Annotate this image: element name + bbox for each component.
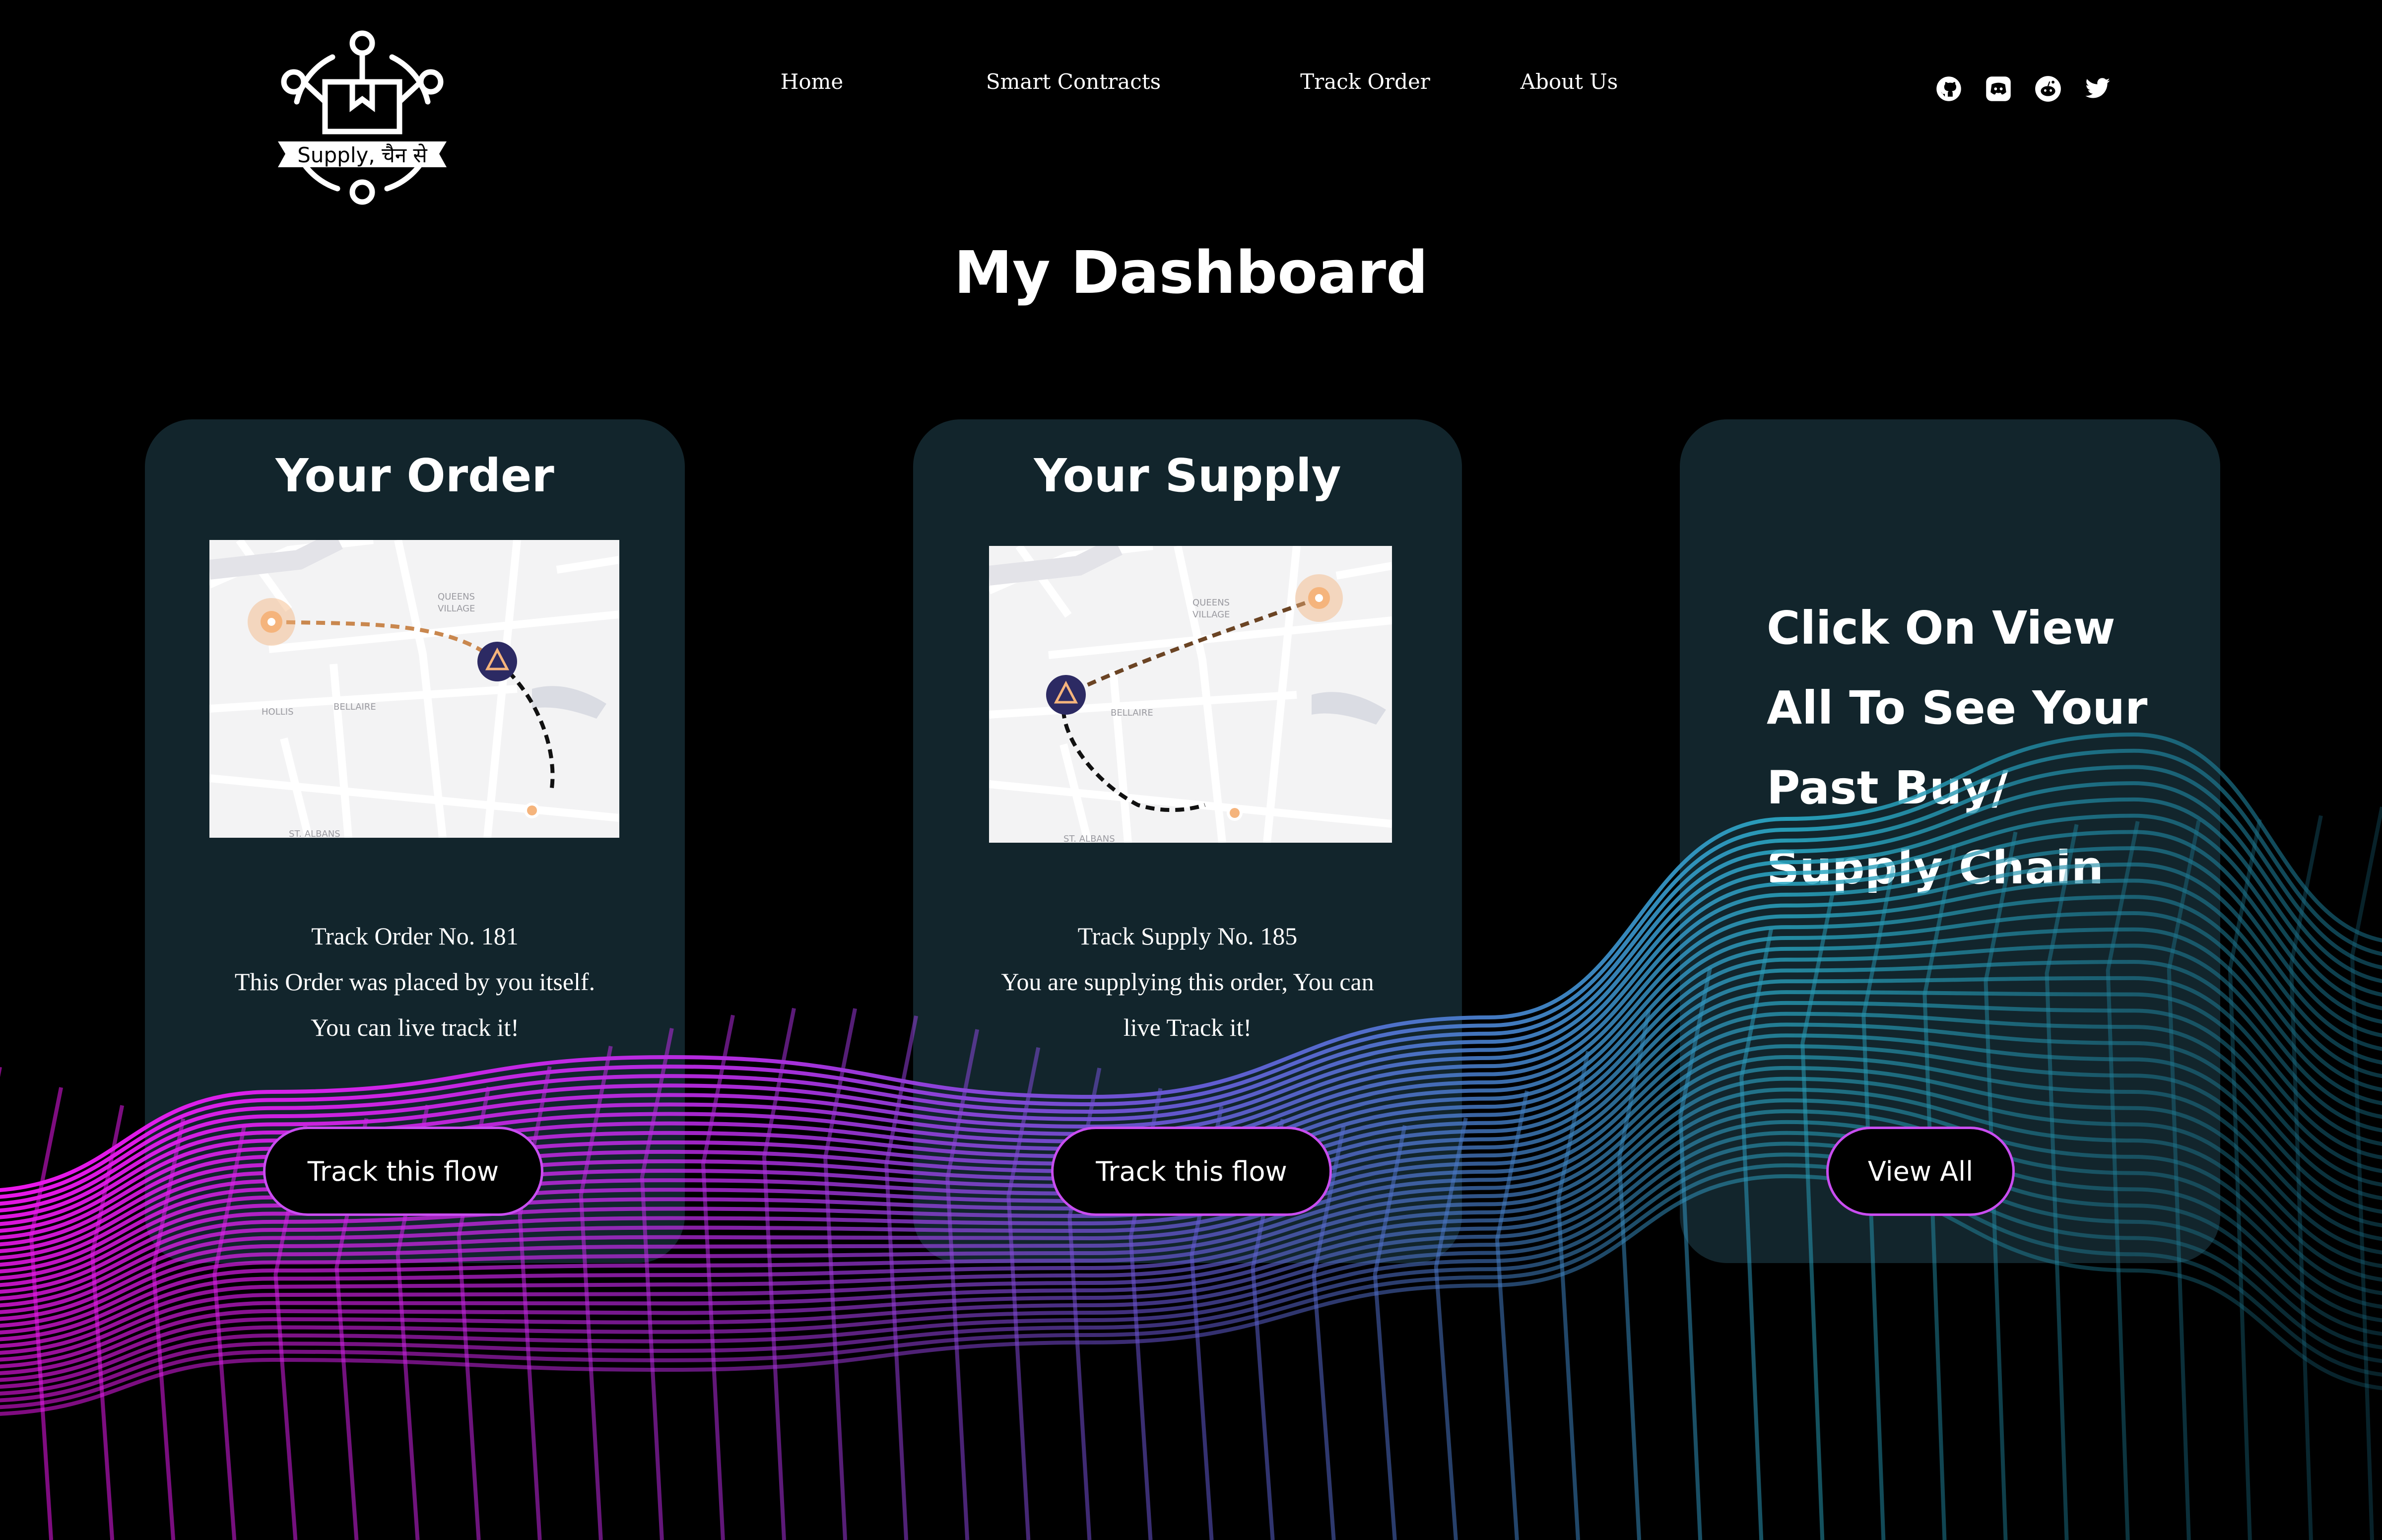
nav-smart-contracts[interactable]: Smart Contracts <box>986 69 1161 94</box>
track-supply-flow-button[interactable]: Track this flow <box>1051 1127 1332 1216</box>
order-description: Track Order No. 181 This Order was place… <box>185 913 645 1050</box>
wave-line <box>2350 806 2382 1540</box>
wave-line <box>884 1015 919 1540</box>
wave-line <box>2289 815 2323 1540</box>
destination-marker <box>1230 808 1240 818</box>
track-order-flow-button[interactable]: Track this flow <box>263 1127 543 1216</box>
supply-description: Track Supply No. 185 You are supplying t… <box>953 913 1422 1050</box>
wave-line <box>701 1014 735 1540</box>
nav-about-us[interactable]: About Us <box>1521 69 1618 94</box>
page-title: My Dashboard <box>954 238 1428 307</box>
map-label: ST. ALBANS <box>1063 834 1115 843</box>
supply-desc-line: You are supplying this order, You can <box>1001 968 1374 996</box>
github-icon[interactable] <box>1935 75 1962 102</box>
wave-line <box>90 1105 125 1540</box>
nav-track-order[interactable]: Track Order <box>1300 69 1430 94</box>
map-label: QUEENS <box>1192 598 1230 608</box>
view-all-prompt: Click On View All To See Your Past Buy/ … <box>1767 588 2164 908</box>
map-label: VILLAGE <box>1192 609 1230 620</box>
wave-line <box>762 1007 796 1540</box>
order-map[interactable]: QUEENS VILLAGE HOLLIS BELLAIRE ST. ALBAN… <box>209 540 619 838</box>
view-all-button[interactable]: View All <box>1826 1127 2015 1216</box>
map-label: HOLLIS <box>262 707 294 717</box>
prompt-line: Click On View <box>1767 602 2116 655</box>
wave-line <box>29 1087 63 1540</box>
order-desc-line: This Order was placed by you itself. <box>234 968 596 996</box>
twitter-icon[interactable] <box>2084 75 2111 102</box>
order-number: Track Order No. 181 <box>311 922 519 950</box>
wave-line <box>1495 1090 1529 1540</box>
wave-line <box>823 1008 858 1540</box>
wave-line <box>1617 1009 1652 1540</box>
order-desc-line: You can live track it! <box>311 1013 519 1041</box>
supply-desc-line: live Track it! <box>1123 1013 1252 1041</box>
prompt-line: All To See Your <box>1767 681 2148 735</box>
map-label: QUEENS <box>438 592 475 602</box>
supply-card-title: Your Supply <box>1034 449 1341 502</box>
supply-map[interactable]: QUEENS VILLAGE BELLAIRE ST. ALBANS <box>989 546 1392 843</box>
wave-line <box>2228 819 2262 1540</box>
destination-marker <box>527 805 537 815</box>
prompt-line: Past Buy/ <box>1767 761 2008 814</box>
supply-number: Track Supply No. 185 <box>1077 922 1298 950</box>
nav-home[interactable]: Home <box>781 69 844 94</box>
reddit-icon[interactable] <box>2035 75 2061 102</box>
logo-text: Supply, चैन से <box>297 143 427 167</box>
map-label: BELLAIRE <box>1111 708 1153 718</box>
map-label: ST. ALBANS <box>289 829 340 838</box>
order-card-title: Your Order <box>275 449 554 502</box>
wave-line <box>1556 1051 1590 1540</box>
map-label: VILLAGE <box>438 603 475 614</box>
main-nav: Home Smart Contracts Track Order About U… <box>0 69 2382 109</box>
discord-icon[interactable] <box>1985 75 2012 102</box>
map-label: BELLAIRE <box>333 702 376 712</box>
prompt-line: Supply Chain <box>1767 841 2104 894</box>
brand-logo[interactable]: Supply, चैन से <box>273 27 452 206</box>
